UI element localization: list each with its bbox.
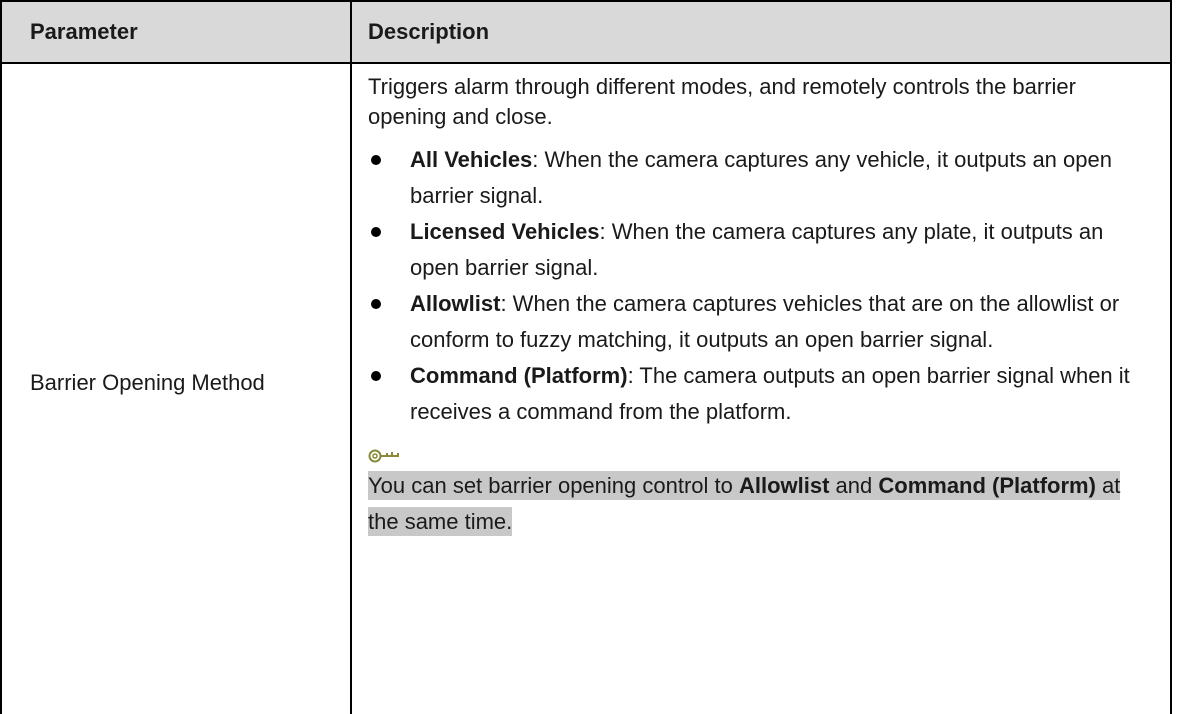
table-border-right <box>1170 0 1172 714</box>
item-term: All Vehicles <box>410 147 533 172</box>
header-description: Description <box>368 19 490 44</box>
mode-list: All Vehicles: When the camera captures a… <box>368 142 1148 430</box>
note-prefix: You can set barrier opening control to <box>368 473 739 498</box>
table-border-left <box>0 0 2 714</box>
note-term-allowlist: Allowlist <box>738 473 830 498</box>
description-intro: Triggers alarm through different modes, … <box>368 74 1076 129</box>
parameter-table: Parameter Description Barrier Opening Me… <box>0 0 1177 714</box>
bullet-icon <box>371 299 381 309</box>
item-term: Command (Platform) <box>410 363 628 388</box>
table-column-divider <box>350 0 352 714</box>
list-item: Licensed Vehicles: When the camera captu… <box>368 214 1148 286</box>
key-icon <box>368 449 399 463</box>
item-text: : When the camera captures vehicles that… <box>410 291 1120 352</box>
list-item: Command (Platform): The camera outputs a… <box>368 358 1148 430</box>
bullet-icon <box>371 155 381 165</box>
bullet-icon <box>371 227 381 237</box>
parameter-name: Barrier Opening Method <box>30 370 265 395</box>
note-text: You can set barrier opening control to A… <box>368 468 1148 540</box>
item-term: Licensed Vehicles <box>410 219 600 244</box>
header-parameter: Parameter <box>30 19 138 44</box>
bullet-icon <box>371 371 381 381</box>
note-term-command: Command (Platform) <box>878 473 1096 498</box>
item-term: Allowlist <box>410 291 501 316</box>
list-item: All Vehicles: When the camera captures a… <box>368 142 1148 214</box>
list-item: Allowlist: When the camera captures vehi… <box>368 286 1148 358</box>
table-header-row: Parameter Description <box>0 0 1172 64</box>
note-middle: and <box>829 473 879 498</box>
description-cell: Triggers alarm through different modes, … <box>368 72 1148 540</box>
